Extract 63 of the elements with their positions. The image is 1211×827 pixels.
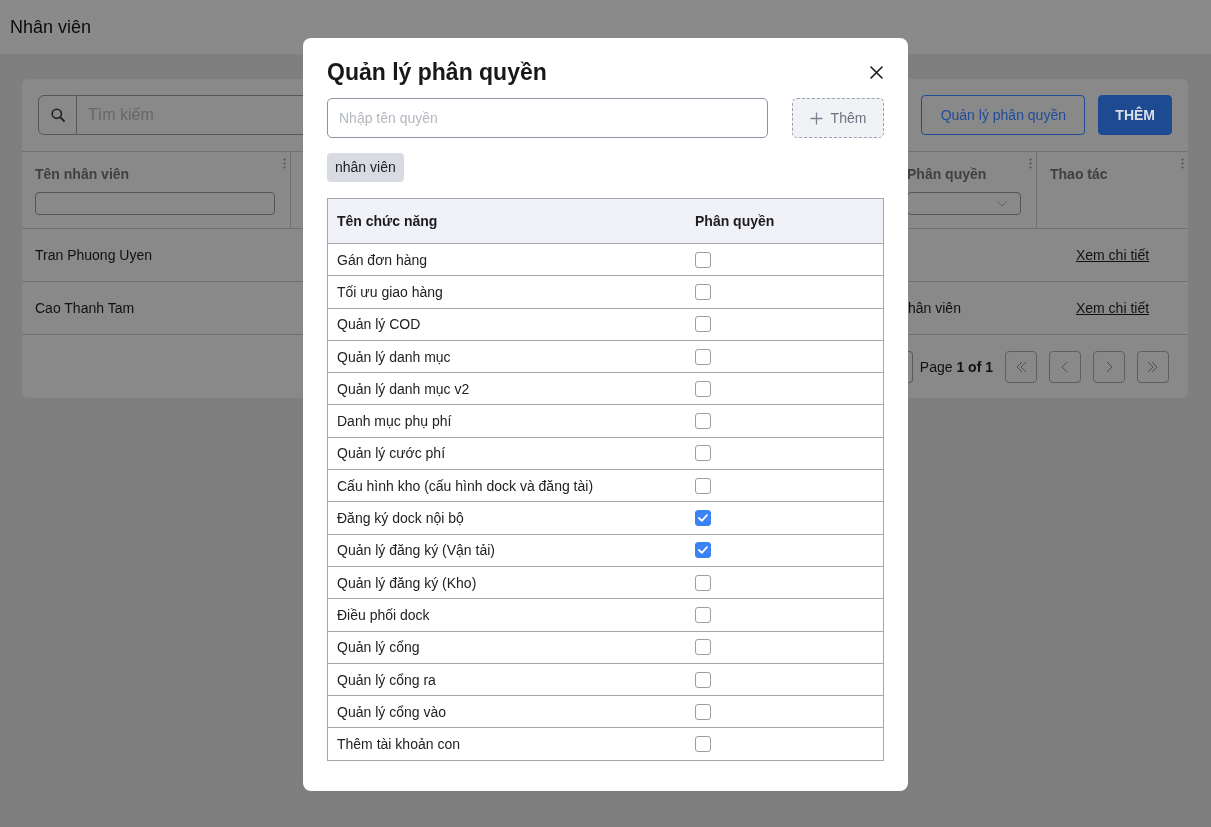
next-page-button[interactable] <box>1093 350 1125 383</box>
column-header: Phân quyền <box>907 166 987 182</box>
function-name: Quản lý cước phí <box>337 445 446 462</box>
permission-checkbox[interactable] <box>695 380 711 397</box>
view-details-link[interactable]: Xem chi tiết <box>1075 247 1150 263</box>
function-name: Quản lý đăng ký (Kho) <box>337 574 477 591</box>
first-page-button[interactable] <box>1005 350 1037 383</box>
employee-permission: hân viên <box>908 300 961 316</box>
permission-checkbox[interactable] <box>695 316 711 333</box>
permission-checkbox[interactable] <box>695 445 711 462</box>
plus-icon <box>809 111 823 125</box>
close-icon <box>869 65 883 79</box>
function-name: Thêm tài khoản con <box>337 736 460 753</box>
double-chevron-right-icon <box>1147 360 1159 373</box>
function-name: Quản lý cổng <box>337 639 420 656</box>
function-name: Quản lý cổng vào <box>337 703 446 720</box>
permission-checkbox[interactable] <box>695 736 711 753</box>
page-title: Nhân viên <box>10 16 92 38</box>
view-details-link[interactable]: Xem chi tiết <box>1075 300 1150 316</box>
permission-checkbox[interactable] <box>695 251 711 268</box>
function-name: Điều phối dock <box>337 606 430 623</box>
permission-checkbox[interactable] <box>695 574 711 591</box>
permission-checkbox[interactable] <box>695 413 711 430</box>
checkmark-icon <box>698 514 708 522</box>
column-filter-input[interactable] <box>35 192 275 215</box>
double-chevron-left-icon <box>1015 360 1027 373</box>
permission-checkbox[interactable] <box>695 606 711 623</box>
role-tag[interactable]: nhân viên <box>327 153 404 182</box>
employee-name: Tran Phuong Uyen <box>35 247 152 263</box>
permission-checkbox[interactable] <box>695 283 711 300</box>
permission-checkbox[interactable] <box>695 703 711 720</box>
function-name: Tối ưu giao hàng <box>337 283 443 300</box>
column-header: Thao tác <box>1050 166 1108 182</box>
permission-checkbox[interactable] <box>695 639 711 656</box>
permission-checkbox[interactable] <box>695 477 711 494</box>
dialog-title: Quản lý phân quyền <box>327 58 547 86</box>
last-page-button[interactable] <box>1137 350 1169 383</box>
function-name: Gán đơn hàng <box>337 251 428 268</box>
permission-name-input[interactable]: Nhập tên quyền <box>327 98 768 138</box>
permission-checkbox[interactable] <box>695 510 711 526</box>
column-header: Phân quyền <box>695 213 775 229</box>
add-permission-button[interactable]: Thêm <box>792 98 884 138</box>
permission-checkbox[interactable] <box>695 671 711 688</box>
prev-page-button[interactable] <box>1049 350 1081 383</box>
chevron-down-icon <box>996 200 1008 207</box>
add-button[interactable]: THÊM <box>1098 95 1172 135</box>
column-header: Tên chức năng <box>337 213 438 229</box>
function-name: Quản lý cổng ra <box>337 671 436 688</box>
permission-checkbox[interactable] <box>695 348 711 365</box>
function-name: Quản lý đăng ký (Vận tải) <box>337 542 495 559</box>
function-name: Đăng ký dock nội bộ <box>337 510 464 526</box>
search-button[interactable] <box>38 95 77 135</box>
function-name: Quản lý danh mục v2 <box>337 380 470 397</box>
search-icon <box>50 108 65 122</box>
function-name: Quản lý danh mục <box>337 348 451 365</box>
employee-name: Cao Thanh Tam <box>35 300 135 316</box>
function-name: Danh mục phụ phí <box>337 413 452 430</box>
checkmark-icon <box>698 546 708 555</box>
permission-checkbox[interactable] <box>695 542 711 559</box>
page-indicator: Page 1 of 1 <box>919 358 993 375</box>
function-name: Quản lý COD <box>337 316 421 333</box>
column-header: Tên nhân viên <box>35 166 130 182</box>
function-name: Cấu hình kho (cấu hình dock và đăng tài) <box>337 477 594 494</box>
